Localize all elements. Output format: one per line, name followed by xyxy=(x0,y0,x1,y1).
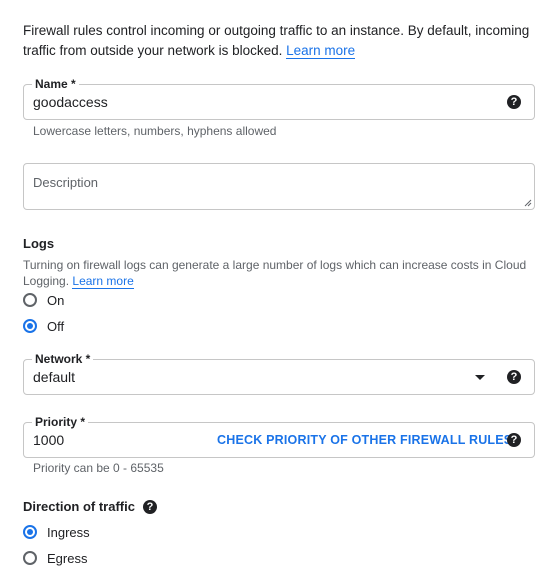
direction-title: Direction of traffic ? xyxy=(23,499,157,514)
logs-off-radio[interactable] xyxy=(23,319,37,333)
logs-learn-more-link[interactable]: Learn more xyxy=(72,274,134,289)
logs-description: Turning on firewall logs can generate a … xyxy=(23,257,535,289)
egress-label: Egress xyxy=(47,550,88,566)
name-field[interactable]: Name * goodaccess ? xyxy=(23,76,535,120)
direction-option-egress[interactable]: Egress xyxy=(23,548,87,568)
description-field[interactable]: Description xyxy=(23,163,535,210)
chevron-down-icon[interactable] xyxy=(475,375,485,380)
resize-handle-icon[interactable] xyxy=(524,199,532,207)
intro-description: Firewall rules control incoming or outgo… xyxy=(23,23,530,58)
logs-off-label: Off xyxy=(47,318,65,334)
network-select-value[interactable]: default xyxy=(33,369,75,385)
priority-field-label: Priority * xyxy=(32,414,89,430)
direction-option-ingress[interactable]: Ingress xyxy=(23,522,90,542)
name-input-value[interactable]: goodaccess xyxy=(33,94,108,110)
logs-title: Logs xyxy=(23,236,55,251)
logs-on-label: On xyxy=(47,292,65,308)
name-help-icon[interactable]: ? xyxy=(507,95,521,109)
priority-hint: Priority can be 0 - 65535 xyxy=(33,461,164,475)
name-field-label: Name * xyxy=(32,76,79,92)
priority-field[interactable]: Priority * 1000 CHECK PRIORITY OF OTHER … xyxy=(23,414,535,458)
priority-input-value[interactable]: 1000 xyxy=(33,432,64,448)
name-hint: Lowercase letters, numbers, hyphens allo… xyxy=(33,124,277,138)
logs-on-radio[interactable] xyxy=(23,293,37,307)
logs-option-on[interactable]: On xyxy=(23,290,64,310)
network-field-label: Network * xyxy=(32,351,94,367)
priority-help-icon[interactable]: ? xyxy=(507,433,521,447)
egress-radio[interactable] xyxy=(23,551,37,565)
check-priority-link[interactable]: CHECK PRIORITY OF OTHER FIREWALL RULES xyxy=(217,433,512,447)
intro-learn-more-link[interactable]: Learn more xyxy=(286,43,356,59)
logs-option-off[interactable]: Off xyxy=(23,316,64,336)
description-placeholder: Description xyxy=(33,175,99,190)
intro-text: Firewall rules control incoming or outgo… xyxy=(23,21,533,61)
network-select[interactable]: Network * default ? xyxy=(23,351,535,395)
direction-help-icon[interactable]: ? xyxy=(142,499,157,514)
ingress-radio[interactable] xyxy=(23,525,37,539)
direction-title-text: Direction of traffic xyxy=(23,499,135,514)
ingress-label: Ingress xyxy=(47,524,90,540)
network-help-icon[interactable]: ? xyxy=(507,370,521,384)
